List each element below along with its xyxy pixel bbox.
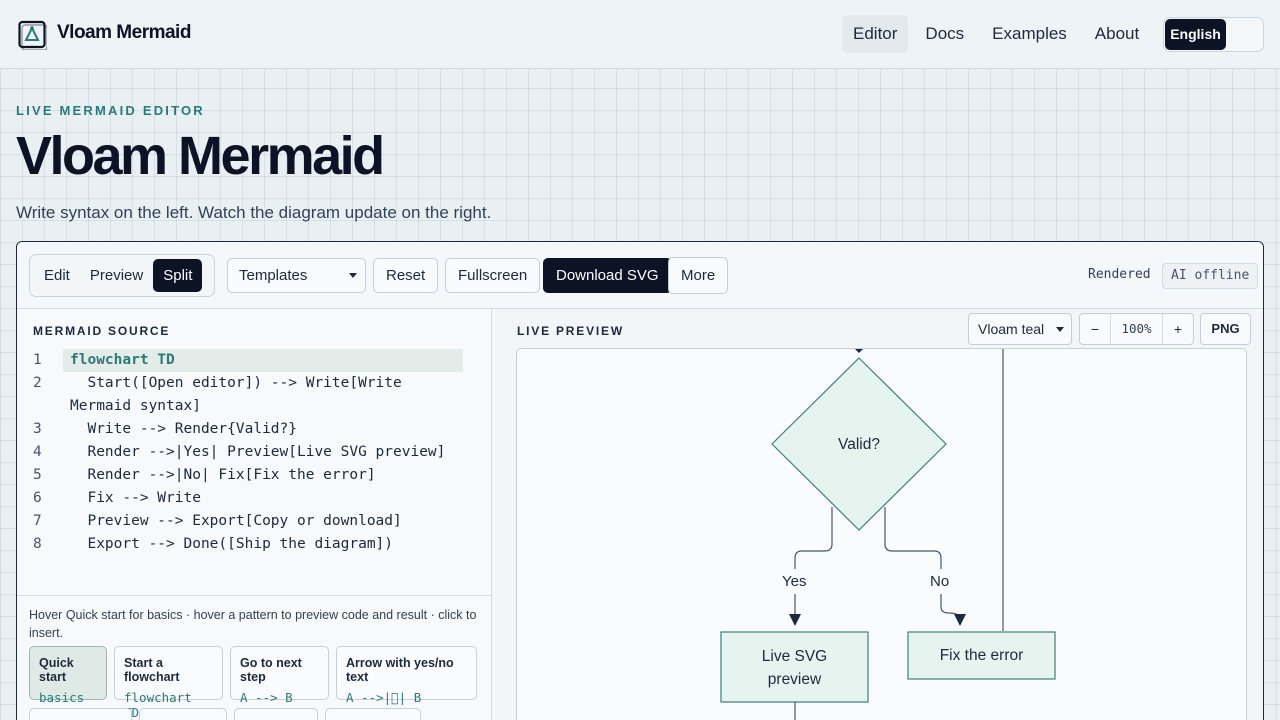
top-bar: Vloam Mermaid Editor Docs Examples About… <box>0 0 1280 69</box>
code-text[interactable]: flowchart TD <box>63 349 463 372</box>
chip-quick-start[interactable]: Quick start basics <box>29 646 107 705</box>
fullscreen-button[interactable]: Fullscreen <box>445 258 541 293</box>
code-line[interactable]: 2 Start([Open editor]) --> Write[Write M… <box>17 372 491 418</box>
decision-node-label: Valid? <box>838 436 880 453</box>
code-line[interactable]: 7 Preview --> Export[Copy or download] <box>17 510 491 533</box>
line-number: 6 <box>33 490 42 506</box>
line-number: 7 <box>33 513 42 529</box>
chip-code: A --> B <box>240 690 293 705</box>
mode-split-button[interactable]: Split <box>153 259 203 292</box>
render-status: Rendered <box>1088 267 1151 282</box>
theme-select[interactable]: Vloam teal <box>968 313 1072 345</box>
chip-title: Quick start <box>39 656 74 684</box>
chip-code: basics <box>39 690 85 705</box>
edge-label-no: No <box>930 573 950 590</box>
chip-arrow-yes-no[interactable]: Arrow with yes/no text A -->| | B <box>336 646 477 705</box>
chip-start-flowchart[interactable]: Start a flowchart flowchart TD <box>114 646 223 720</box>
code-text[interactable]: Render -->|Yes| Preview[Live SVG preview… <box>63 441 463 464</box>
chip-code: A -->| | B <box>346 690 422 705</box>
preview-node-label: Live SVG preview <box>761 648 828 688</box>
edge-no <box>884 507 942 569</box>
code-line[interactable]: 4 Render -->|Yes| Preview[Live SVG previ… <box>17 441 491 464</box>
line-number: 2 <box>33 375 42 391</box>
nav-about[interactable]: About <box>1084 15 1150 53</box>
code-text[interactable]: Render -->|No| Fix[Fix the error] <box>63 464 463 487</box>
code-line[interactable]: 8 Export --> Done([Ship the diagram]) <box>17 533 491 556</box>
chip-title: Start a flowchart <box>124 656 180 684</box>
zoom-level: 100% <box>1110 314 1163 344</box>
edge-no-arrow <box>940 594 966 626</box>
code-text[interactable]: Write --> Render{Valid?} <box>63 418 463 441</box>
edge-label-yes: Yes <box>782 573 807 590</box>
fix-node-label: Fix the error <box>939 647 1024 664</box>
zoom-in-button[interactable]: + <box>1163 314 1193 344</box>
chip-next-step[interactable]: Go to next step A --> B <box>230 646 329 705</box>
chip-more-2[interactable] <box>139 708 227 720</box>
templates-select-label: Templates <box>239 267 308 284</box>
chip-title: Arrow with yes/no text <box>346 656 454 684</box>
chip-title: Go to next step <box>240 656 302 684</box>
language-english-button[interactable]: English <box>1165 19 1226 50</box>
line-number: 3 <box>33 421 42 437</box>
view-mode-toggle: Edit Preview Split <box>29 254 215 297</box>
line-number: 4 <box>33 444 42 460</box>
nav-docs[interactable]: Docs <box>914 15 975 53</box>
templates-select[interactable]: Templates <box>227 258 366 293</box>
editor-toolbar: Edit Preview Split Templates Reset Fulls… <box>17 242 1263 309</box>
code-editor[interactable]: 1 flowchart TD 2 Start([Open editor]) --… <box>17 349 491 556</box>
flowchart-svg <box>720 349 1056 720</box>
brand-name[interactable]: Vloam Mermaid <box>57 22 191 44</box>
hero-subtitle: Write syntax on the left. Watch the diag… <box>16 203 492 222</box>
code-line[interactable]: 1 flowchart TD <box>17 349 491 372</box>
theme-select-label: Vloam teal <box>978 321 1045 337</box>
line-number: 5 <box>33 467 42 483</box>
language-switcher[interactable]: English <box>1163 17 1264 52</box>
ai-status-badge: AI offline <box>1162 263 1259 289</box>
more-button[interactable]: More <box>668 257 729 294</box>
preview-label: LIVE PREVIEW <box>517 324 624 338</box>
pattern-help-text: Hover Quick start for basics · hover a p… <box>17 595 491 642</box>
page-title: Vloam Mermaid <box>16 126 385 186</box>
diagram-canvas[interactable]: Valid? Yes No Live SVG preview Fix the e… <box>516 348 1247 720</box>
code-text[interactable]: Preview --> Export[Copy or download] <box>63 510 463 533</box>
line-number: 8 <box>33 536 42 552</box>
code-line[interactable]: 3 Write --> Render{Valid?} <box>17 418 491 441</box>
incoming-arrow <box>855 349 863 353</box>
nav-examples[interactable]: Examples <box>981 15 1078 53</box>
chip-more-1[interactable] <box>29 708 132 720</box>
chip-more-4[interactable] <box>325 708 421 720</box>
code-line[interactable]: 6 Fix --> Write <box>17 487 491 510</box>
chevron-down-icon <box>1056 327 1064 332</box>
main-nav: Editor Docs Examples About <box>842 15 1156 53</box>
code-text[interactable]: Export --> Done([Ship the diagram]) <box>63 533 463 556</box>
download-svg-button[interactable]: Download SVG <box>543 258 672 293</box>
code-line[interactable]: 5 Render -->|No| Fix[Fix the error] <box>17 464 491 487</box>
png-export-button[interactable]: PNG <box>1200 313 1251 345</box>
source-label: MERMAID SOURCE <box>33 324 171 338</box>
code-text[interactable]: Fix --> Write <box>63 487 463 510</box>
reset-button[interactable]: Reset <box>373 258 439 293</box>
zoom-control: − 100% + <box>1079 313 1194 345</box>
edge-yes <box>794 507 833 569</box>
mode-edit-button[interactable]: Edit <box>34 259 80 292</box>
chip-more-3[interactable] <box>234 708 318 720</box>
nav-editor[interactable]: Editor <box>842 15 909 53</box>
zoom-out-button[interactable]: − <box>1080 314 1110 344</box>
line-number: 1 <box>33 352 42 368</box>
logo-icon[interactable] <box>18 20 47 50</box>
hero-eyebrow: LIVE MERMAID EDITOR <box>16 103 205 118</box>
mode-preview-button[interactable]: Preview <box>80 259 153 292</box>
chevron-down-icon <box>349 273 357 278</box>
code-text[interactable]: Start([Open editor]) --> Write[Write Mer… <box>63 372 463 418</box>
